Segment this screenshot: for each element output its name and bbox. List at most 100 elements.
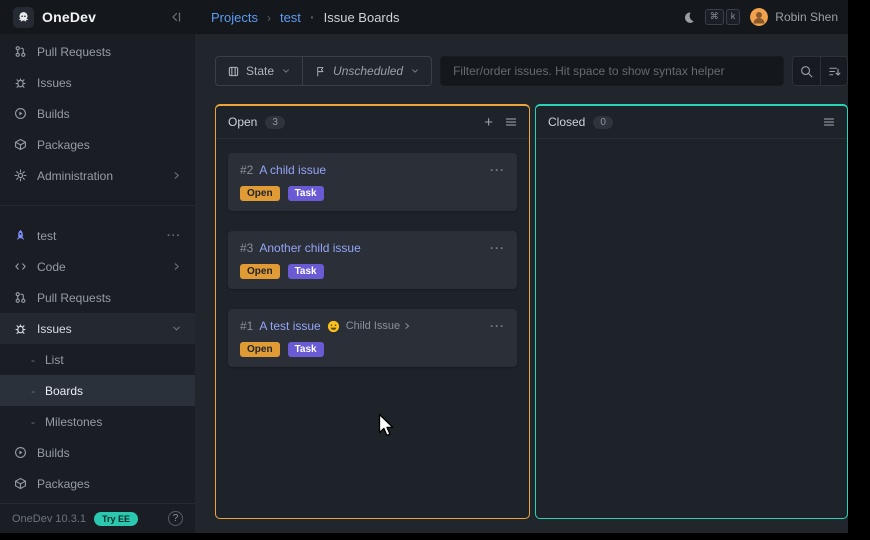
type-badge: Task [288,264,324,279]
child-issue-link[interactable]: Child Issue [346,320,411,332]
milestone-dropdown-button[interactable]: Unscheduled [302,57,431,85]
sidebar-item-project-pull-requests[interactable]: Pull Requests [0,282,195,313]
sidebar-item-project-packages[interactable]: Packages [0,468,195,499]
sidebar-item-pull-requests[interactable]: Pull Requests [0,36,195,67]
sidebar: Pull Requests Issues Builds Packages Adm… [0,34,195,533]
card-menu-button[interactable]: ··· [490,241,505,255]
gear-icon [14,169,27,182]
sidebar-item-label: Administration [37,169,113,183]
chevron-down-icon [282,67,290,75]
dark-mode-toggle-icon[interactable] [682,11,695,24]
column-menu-icon[interactable] [823,116,835,128]
issue-filter-input[interactable] [440,56,784,86]
card-menu-button[interactable]: ··· [490,319,505,333]
sidebar-divider [0,205,195,206]
app-title: OneDev [42,9,96,25]
state-badge: Open [240,342,280,357]
card-header: #3 Another child issue ··· [240,241,505,255]
board-columns: Open 3 + #2 A child issue ··· [215,104,848,519]
state-badge: Open [240,264,280,279]
sidebar-nav: Pull Requests Issues Builds Packages Adm… [0,34,195,503]
sidebar-item-project-issues[interactable]: Issues [0,313,195,344]
sidebar-item-issues-list[interactable]: List [0,344,195,375]
state-badge: Open [240,186,280,201]
app-window: OneDev Projects test Issue Boards ⌘ k Ro… [0,0,848,533]
column-title: Open [228,115,257,129]
sidebar-project-test[interactable]: test ··· [0,220,195,251]
search-icon[interactable] [793,57,820,85]
keyboard-shortcut-hint: ⌘ k [705,9,741,24]
package-icon [14,477,27,490]
play-circle-icon [14,446,27,459]
filter-action-group [792,56,848,86]
sidebar-footer: OneDev 10.3.1 Try EE ? [0,503,195,533]
card-header: #2 A child issue ··· [240,163,505,177]
card-badges: Open Task [240,342,505,357]
sidebar-item-packages[interactable]: Packages [0,129,195,160]
sidebar-item-label: Packages [37,477,90,491]
state-dropdown-label: State [246,64,274,78]
sidebar-item-issues[interactable]: Issues [0,67,195,98]
user-avatar[interactable] [750,8,768,26]
card-badges: Open Task [240,186,505,201]
breadcrumb-current-page: Issue Boards [324,10,400,25]
sidebar-item-code[interactable]: Code [0,251,195,282]
grinning-face-emoji-icon [327,320,340,333]
breadcrumb-projects-link[interactable]: Projects [211,10,258,25]
sidebar-item-label: Packages [37,138,90,152]
code-icon [14,260,27,273]
board-column-open: Open 3 + #2 A child issue ··· [215,104,530,519]
breadcrumb-project-link[interactable]: test [280,10,301,25]
sidebar-item-administration[interactable]: Administration [0,160,195,191]
issue-title-link[interactable]: A child issue [259,163,326,177]
topbar: OneDev Projects test Issue Boards ⌘ k Ro… [0,0,848,34]
issue-title-link[interactable]: A test issue [259,319,320,333]
board-filter-group: State Unscheduled [215,56,432,86]
project-menu-icon[interactable]: ··· [167,230,181,242]
sidebar-item-label: Issues [37,76,72,90]
issue-number: #2 [240,163,253,177]
card-menu-button[interactable]: ··· [490,163,505,177]
help-button[interactable]: ? [168,511,183,526]
sidebar-item-project-builds[interactable]: Builds [0,437,195,468]
card-list [536,139,847,167]
column-menu-icon[interactable] [505,116,517,128]
type-badge: Task [288,342,324,357]
issue-card[interactable]: #1 A test issue Child Issue ··· Op [228,309,517,367]
chevron-down-icon [172,324,181,333]
sidebar-item-label: Builds [37,107,70,121]
sidebar-item-label: Code [37,260,66,274]
sidebar-item-issues-boards[interactable]: Boards [0,375,195,406]
issue-number: #3 [240,241,253,255]
column-header-closed: Closed 0 [536,106,847,139]
add-issue-button[interactable]: + [484,115,493,130]
breadcrumb-separator-icon [310,9,315,25]
sidebar-item-label: test [37,229,56,243]
issue-title-link[interactable]: Another child issue [259,241,360,255]
column-actions [823,116,835,128]
issue-card[interactable]: #3 Another child issue ··· Open Task [228,231,517,289]
state-dropdown-button[interactable]: State [216,57,302,85]
column-count-badge: 0 [593,116,613,129]
collapse-sidebar-icon[interactable] [170,11,182,23]
onedev-logo-icon [13,7,34,28]
board-column-closed: Closed 0 [535,104,848,519]
breadcrumb-separator-icon [267,10,271,25]
main-content: State Unscheduled [195,34,848,533]
chevron-right-icon [403,322,411,330]
user-name[interactable]: Robin Shen [775,10,838,24]
sidebar-item-label: List [45,353,64,367]
pull-request-icon [14,45,27,58]
package-icon [14,138,27,151]
board-spec-icon [228,66,239,77]
column-header-open: Open 3 + [216,106,529,139]
issue-card[interactable]: #2 A child issue ··· Open Task [228,153,517,211]
try-ee-badge[interactable]: Try EE [94,512,138,526]
milestone-dropdown-label: Unscheduled [333,64,403,78]
order-icon[interactable] [820,57,847,85]
issue-number: #1 [240,319,253,333]
pull-request-icon [14,291,27,304]
sidebar-item-label: Builds [37,446,70,460]
sidebar-item-builds[interactable]: Builds [0,98,195,129]
sidebar-item-issues-milestones[interactable]: Milestones [0,406,195,437]
